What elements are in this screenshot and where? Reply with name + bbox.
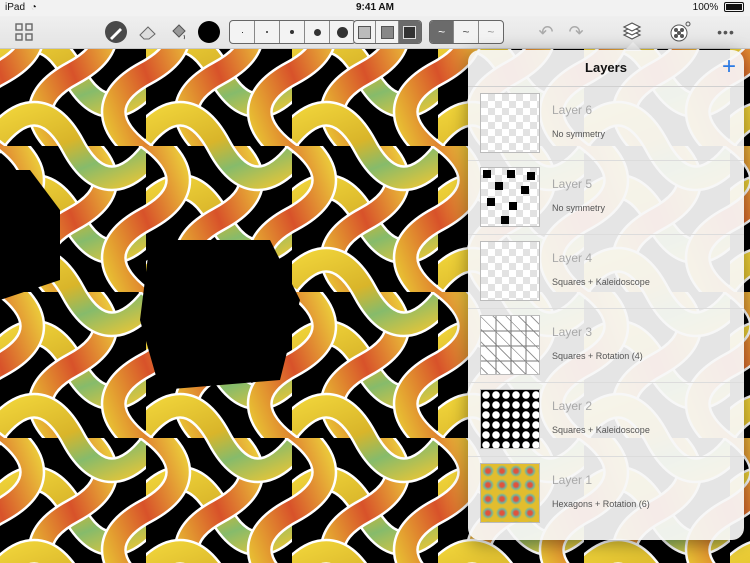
layer-thumbnail	[480, 389, 540, 449]
brush-size-selector	[229, 20, 356, 44]
layer-name: Layer 5	[552, 177, 593, 191]
layer-symmetry: No symmetry	[552, 203, 606, 213]
layer-row-5[interactable]: Layer 5 No symmetry	[468, 161, 744, 235]
stroke-style-1-button[interactable]: ~	[430, 21, 455, 43]
eraser-tool-icon[interactable]	[136, 20, 160, 44]
gallery-grid-icon[interactable]	[12, 20, 36, 44]
layer-name: Layer 4	[552, 251, 593, 265]
brush-size-1-button[interactable]	[230, 21, 255, 43]
brush-size-3-button[interactable]	[280, 21, 305, 43]
layer-symmetry: Squares + Kaleidoscope	[552, 277, 650, 287]
fill-bucket-icon[interactable]	[166, 20, 190, 44]
brush-size-5-button[interactable]	[330, 21, 355, 43]
layer-symmetry: Squares + Kaleidoscope	[552, 425, 650, 435]
add-layer-button[interactable]: +	[722, 55, 736, 79]
layers-panel: Layers + Layer 6 No symmetry Layer 5 No …	[468, 50, 744, 540]
mode-2-button[interactable]	[376, 21, 399, 43]
layers-panel-title: Layers	[585, 60, 627, 75]
layer-thumbnail	[480, 167, 540, 227]
layer-row-4[interactable]: Layer 4 Squares + Kaleidoscope	[468, 235, 744, 309]
layer-row-2[interactable]: Layer 2 Squares + Kaleidoscope	[468, 383, 744, 457]
battery-percent: 100%	[692, 2, 719, 13]
stroke-style-3-button[interactable]: ~	[479, 21, 503, 43]
brush-size-4-button[interactable]	[305, 21, 330, 43]
layer-thumbnail	[480, 93, 540, 153]
layer-name: Layer 6	[552, 103, 593, 117]
brush-size-2-button[interactable]	[255, 21, 280, 43]
undo-icon[interactable]: ↶	[536, 20, 556, 44]
battery-icon	[724, 2, 744, 13]
layer-row-1[interactable]: Layer 1 Hexagons + Rotation (6)	[468, 457, 744, 530]
stroke-style-selector: ~ ~ ~	[429, 20, 504, 44]
mode-3-button[interactable]	[398, 21, 421, 43]
layer-thumbnail	[480, 463, 540, 523]
symmetry-icon[interactable]	[668, 20, 692, 44]
layer-symmetry: Squares + Rotation (4)	[552, 351, 643, 361]
layer-name: Layer 3	[552, 325, 593, 339]
layer-row-6[interactable]: Layer 6 No symmetry	[468, 87, 744, 161]
mode-1-button[interactable]	[354, 21, 377, 43]
more-options-icon[interactable]: •••	[714, 20, 738, 44]
layer-row-3[interactable]: Layer 3 Squares + Rotation (4)	[468, 309, 744, 383]
layer-name: Layer 1	[552, 473, 593, 487]
layers-icon[interactable]	[620, 20, 644, 44]
redo-icon[interactable]: ↷	[566, 20, 586, 44]
current-color-dot	[198, 21, 220, 43]
layer-name: Layer 2	[552, 399, 593, 413]
layers-panel-header: Layers +	[468, 50, 744, 87]
color-picker-swatch[interactable]	[196, 20, 222, 44]
opacity-mode-selector	[353, 20, 422, 44]
battery-indicator: 100%	[693, 2, 744, 13]
clock: 9:41 AM	[356, 2, 394, 13]
status-bar: iPad ◔ 9:41 AM 100%	[0, 0, 750, 16]
brush-tool-icon[interactable]	[104, 20, 128, 44]
layer-thumbnail	[480, 315, 540, 375]
stroke-style-2-button[interactable]: ~	[454, 21, 479, 43]
layer-symmetry: Hexagons + Rotation (6)	[552, 499, 650, 509]
layer-symmetry: No symmetry	[552, 129, 606, 139]
layer-thumbnail	[480, 241, 540, 301]
